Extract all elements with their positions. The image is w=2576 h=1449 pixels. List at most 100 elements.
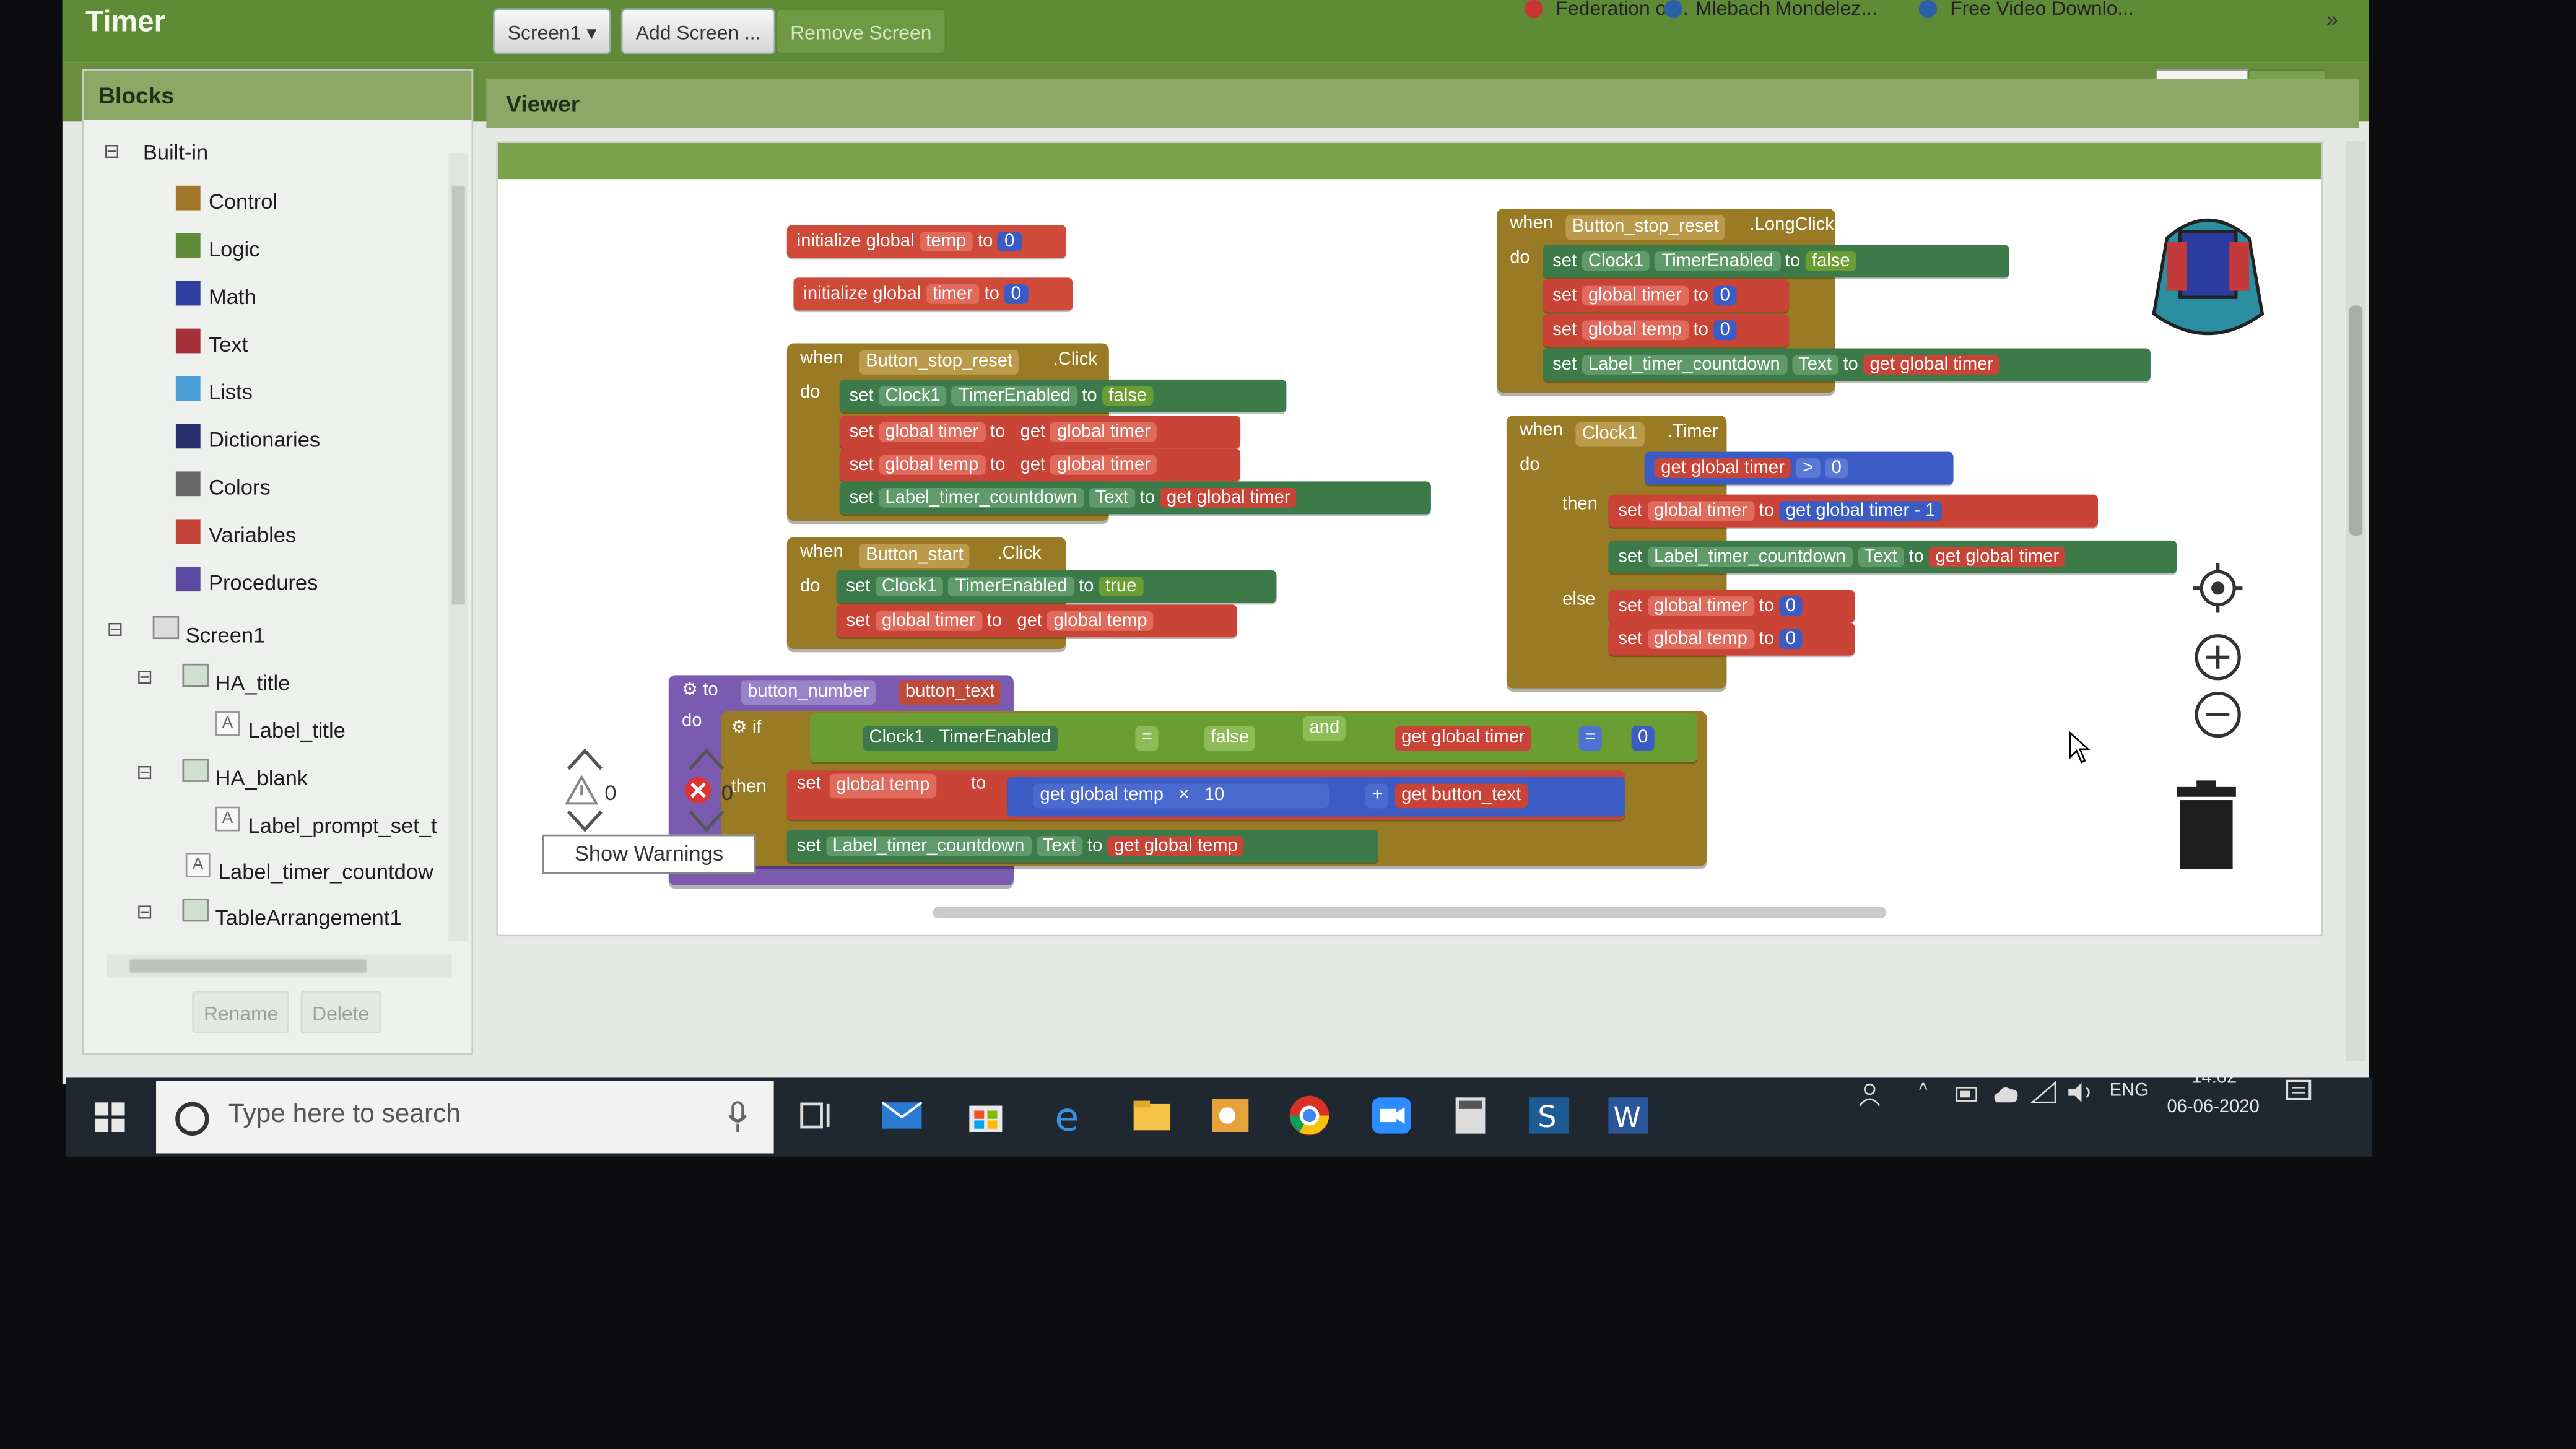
- set-global-timer-get-temp[interactable]: set global timer to get global temp: [836, 604, 1237, 638]
- component-table-arrangement[interactable]: TableArrangement1: [215, 905, 402, 930]
- battery-icon[interactable]: [1955, 1084, 1981, 1104]
- label-icon: A: [215, 806, 240, 832]
- errors-count: 0: [721, 780, 733, 806]
- language-indicator[interactable]: ENG: [2110, 1081, 2149, 1101]
- warning-up-arrow-icon[interactable]: [565, 746, 605, 772]
- else-set-temp-zero[interactable]: set global temp to 0: [1608, 622, 1855, 656]
- trash-icon[interactable]: [2174, 780, 2239, 872]
- clock-date[interactable]: 06-06-2020: [2167, 1097, 2259, 1117]
- warning-icon: [565, 775, 598, 805]
- blocks-workspace[interactable]: initialize global temp to 0 initialize g…: [496, 141, 2323, 937]
- recenter-icon[interactable]: [2193, 564, 2243, 613]
- start-windows-icon[interactable]: [95, 1102, 125, 1132]
- longclick-set-clock-false[interactable]: set Clock1 TimerEnabled to false: [1543, 245, 2009, 278]
- chrome-icon[interactable]: [1285, 1091, 1334, 1141]
- component-label-prompt[interactable]: Label_prompt_set_t: [248, 813, 437, 838]
- table-icon: [182, 899, 209, 922]
- browser-window: Timer Screen1 ▾ Add Screen ... Remove Sc…: [62, 0, 2369, 1085]
- tree-vertical-scrollbar[interactable]: [448, 152, 469, 942]
- multiply-block[interactable]: get global temp × 10: [1033, 783, 1329, 809]
- delete-button[interactable]: Delete: [300, 990, 381, 1033]
- tray-expand-icon[interactable]: ^: [1919, 1081, 1928, 1101]
- set-clock-enabled-false[interactable]: set Clock1 TimerEnabled to false: [839, 379, 1287, 412]
- component-ha-blank[interactable]: HA_blank: [215, 765, 308, 790]
- mail-icon[interactable]: [877, 1091, 927, 1141]
- set-global-timer-get-timer[interactable]: set global timer to get global timer: [839, 416, 1241, 449]
- init-global-temp-block[interactable]: initialize global temp to 0: [786, 225, 1066, 258]
- word-icon[interactable]: W: [1603, 1091, 1653, 1141]
- component-label-timer-countdown[interactable]: Label_timer_countdow: [219, 859, 433, 884]
- svg-text:S: S: [1538, 1100, 1556, 1134]
- collapse-icon[interactable]: ⊟: [107, 618, 123, 641]
- photo-frame: Timer Screen1 ▾ Add Screen ... Remove Sc…: [0, 0, 2576, 1449]
- set-global-temp-get-timer[interactable]: set global temp to get global timer: [839, 448, 1241, 482]
- error-up-arrow-icon[interactable]: [687, 746, 726, 772]
- workspace-horizontal-scrollbar[interactable]: [933, 907, 1886, 919]
- collapse-icon[interactable]: ⊟: [136, 760, 153, 783]
- builtin-category-colors[interactable]: Colors: [209, 475, 271, 500]
- zoom-out-icon[interactable]: [2193, 690, 2243, 739]
- collapse-icon[interactable]: ⊟: [136, 900, 153, 923]
- page-scrollbar[interactable]: [2346, 141, 2366, 1061]
- builtin-category-text[interactable]: Text: [209, 332, 248, 357]
- project-title: Timer: [85, 4, 166, 38]
- people-icon[interactable]: [1856, 1081, 1882, 1107]
- store-icon[interactable]: [961, 1091, 1011, 1141]
- task-view-icon[interactable]: [792, 1091, 842, 1141]
- builtin-category-procedures[interactable]: Procedures: [209, 570, 318, 595]
- zoom-in-icon[interactable]: [2193, 632, 2243, 682]
- builtin-category-lists[interactable]: Lists: [209, 380, 253, 404]
- set-global-temp-expression[interactable]: set global temp to get global temp × 10 …: [786, 770, 1625, 820]
- add-screen-button[interactable]: Add Screen ...: [620, 8, 776, 54]
- collapse-icon[interactable]: ⊟: [103, 140, 120, 163]
- longclick-set-temp-zero[interactable]: set global temp to 0: [1543, 313, 1790, 347]
- wifi-icon[interactable]: [2030, 1081, 2056, 1104]
- and-condition[interactable]: Clock1 . TimerEnabled = false and get gl…: [809, 713, 1697, 763]
- builtin-node[interactable]: Built-in: [143, 140, 208, 165]
- builtin-category-dictionaries[interactable]: Dictionaries: [209, 427, 320, 452]
- tree-horizontal-scrollbar[interactable]: [107, 954, 452, 978]
- rename-button[interactable]: Rename: [192, 990, 290, 1033]
- component-label-title[interactable]: Label_title: [248, 718, 346, 742]
- volume-icon[interactable]: [2067, 1081, 2097, 1104]
- action-center-icon[interactable]: [2284, 1077, 2313, 1107]
- bookmark-3[interactable]: Free Video Downlo...: [1918, 0, 2134, 20]
- remove-screen-button[interactable]: Remove Screen: [775, 8, 947, 54]
- onedrive-icon[interactable]: [1991, 1084, 2021, 1104]
- builtin-category-logic[interactable]: Logic: [209, 237, 259, 261]
- calculator-icon[interactable]: [1446, 1091, 1495, 1141]
- arrangement-icon: [182, 759, 209, 782]
- component-screen1[interactable]: Screen1: [186, 623, 265, 648]
- warning-down-arrow-icon[interactable]: [565, 808, 605, 834]
- builtin-category-variables[interactable]: Variables: [209, 523, 296, 547]
- set-clock-enabled-true[interactable]: set Clock1 TimerEnabled to true: [836, 570, 1277, 603]
- then-set-timer-minus-one[interactable]: set global timer to get global timer - 1: [1608, 494, 2099, 528]
- outlook-icon[interactable]: [1206, 1091, 1255, 1141]
- init-global-timer-block[interactable]: initialize global timer to 0: [793, 277, 1073, 311]
- set-label-text-timer[interactable]: set Label_timer_countdown Text to get gl…: [839, 481, 1431, 515]
- screen-select[interactable]: Screen1 ▾: [492, 8, 612, 54]
- bookmark-2[interactable]: Mlebach Mondelez...: [1664, 0, 1878, 20]
- builtin-category-math[interactable]: Math: [209, 284, 256, 309]
- if-timer-greater-zero[interactable]: get global timer > 0: [1644, 451, 1954, 485]
- file-explorer-icon[interactable]: [1127, 1091, 1177, 1141]
- set-label-text-temp[interactable]: set Label_timer_countdown Text to get gl…: [786, 829, 1378, 863]
- app-s-icon[interactable]: S: [1525, 1091, 1574, 1141]
- microphone-icon[interactable]: [728, 1101, 747, 1134]
- component-ha-title[interactable]: HA_title: [215, 670, 290, 695]
- collapse-icon[interactable]: ⊟: [136, 666, 153, 689]
- clock-time[interactable]: 14:02: [2191, 1068, 2237, 1088]
- longclick-set-label-text[interactable]: set Label_timer_countdown Text to get gl…: [1543, 348, 2151, 381]
- bookmarks-more-icon[interactable]: »: [2326, 7, 2338, 32]
- builtin-category-control[interactable]: Control: [209, 189, 277, 214]
- zoom-meetings-icon[interactable]: [1367, 1091, 1416, 1141]
- then-set-label-text[interactable]: set Label_timer_countdown Text to get gl…: [1608, 540, 2177, 573]
- taskbar-search-box[interactable]: Type here to search: [156, 1081, 774, 1154]
- longclick-set-timer-zero[interactable]: set global timer to 0: [1543, 279, 1790, 313]
- show-warnings-button[interactable]: Show Warnings: [542, 834, 756, 874]
- backpack-icon[interactable]: [2134, 206, 2282, 354]
- edge-icon[interactable]: e: [1045, 1091, 1094, 1141]
- else-set-timer-zero[interactable]: set global timer to 0: [1608, 590, 1855, 623]
- error-down-arrow-icon[interactable]: [687, 808, 726, 834]
- category-swatch-icon: [175, 233, 201, 258]
